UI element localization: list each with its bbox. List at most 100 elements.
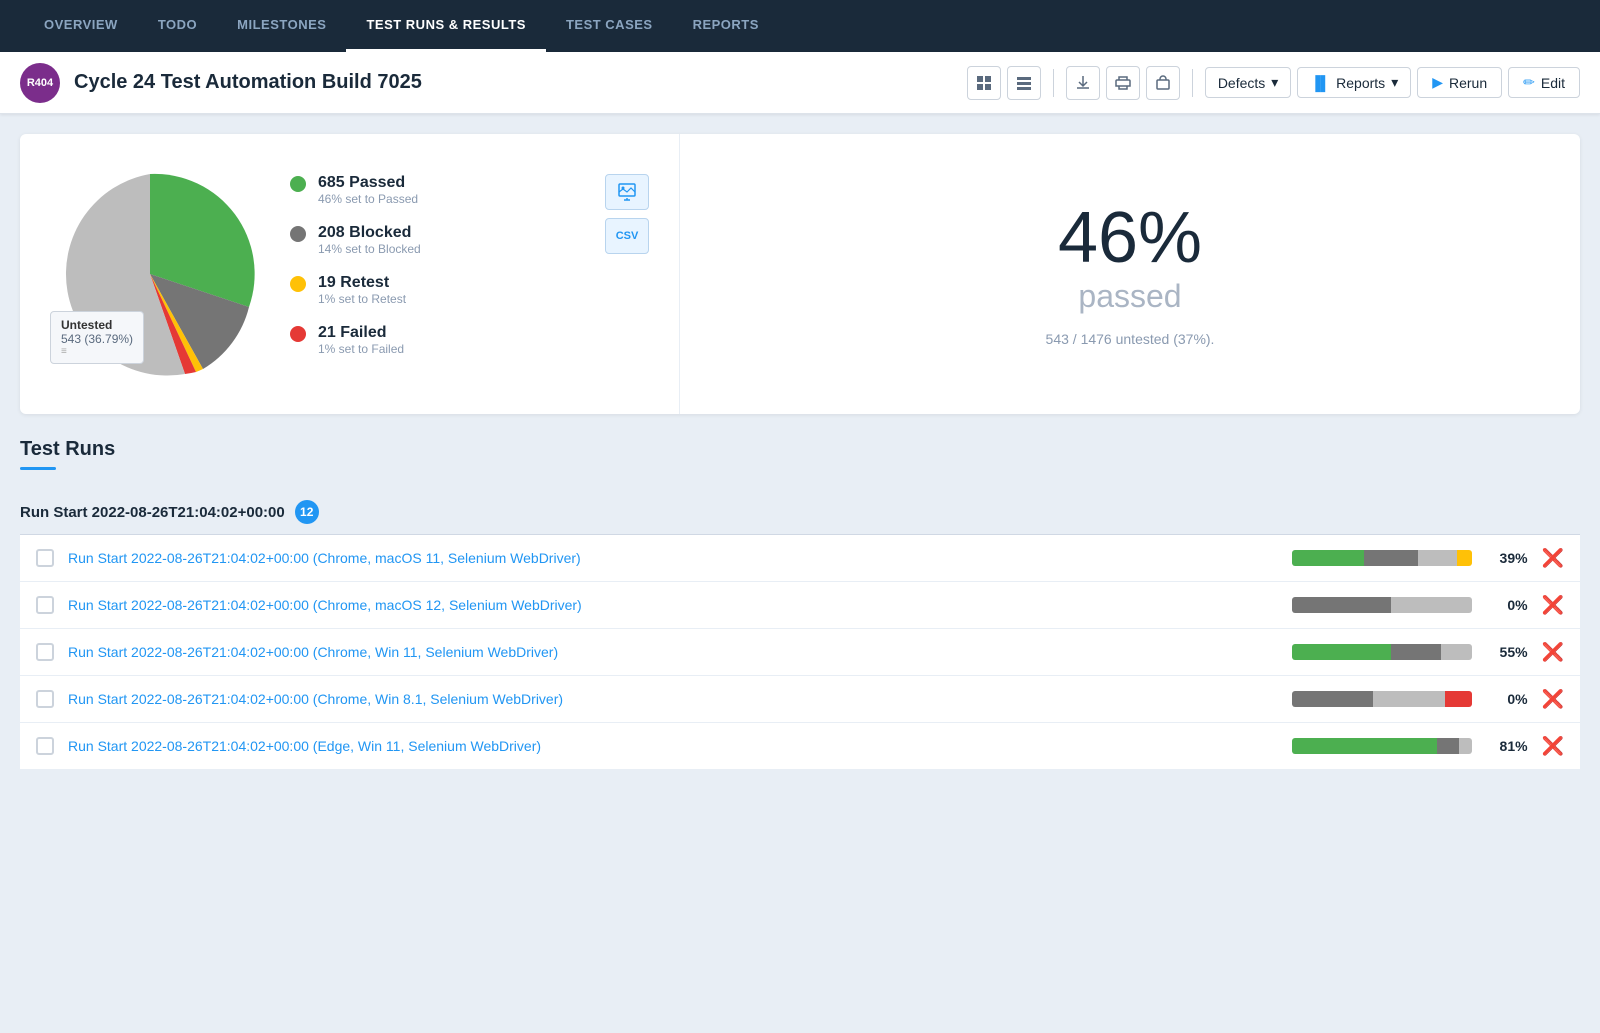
big-percent: 46% (1058, 202, 1202, 274)
run-percent: 0% (1486, 597, 1528, 613)
delete-run-button[interactable]: ❌ (1542, 596, 1564, 614)
untested-text: 543 / 1476 untested (37%). (1046, 331, 1215, 347)
failed-sub: 1% set to Failed (318, 342, 404, 356)
defects-chevron-icon: ▾ (1271, 74, 1278, 91)
delete-run-button[interactable]: ❌ (1542, 690, 1564, 708)
print-button[interactable] (1106, 66, 1140, 100)
run-label[interactable]: Run Start 2022-08-26T21:04:02+00:00 (Chr… (68, 550, 1278, 566)
run-checkbox[interactable] (36, 643, 54, 661)
delete-run-button[interactable]: ❌ (1542, 737, 1564, 755)
retest-sub: 1% set to Retest (318, 292, 406, 306)
run-item: Run Start 2022-08-26T21:04:02+00:00 (Chr… (20, 535, 1580, 582)
nav-test-runs[interactable]: TEST RUNS & RESULTS (346, 0, 546, 52)
run-item: Run Start 2022-08-26T21:04:02+00:00 (Chr… (20, 629, 1580, 676)
progress-segment-red (1445, 691, 1472, 707)
run-label[interactable]: Run Start 2022-08-26T21:04:02+00:00 (Edg… (68, 738, 1278, 754)
progress-segment-gray-dark (1364, 550, 1418, 566)
failed-count-label: 21 Failed (318, 324, 404, 342)
run-checkbox[interactable] (36, 737, 54, 755)
nav-overview[interactable]: OVERVIEW (24, 0, 138, 52)
page-title: Cycle 24 Test Automation Build 7025 (74, 71, 967, 94)
progress-segment-gray-dark (1391, 644, 1441, 660)
rerun-button[interactable]: ▶ Rerun (1417, 67, 1502, 98)
progress-bar (1292, 644, 1472, 660)
legend-blocked: 208 Blocked 14% set to Blocked (290, 224, 575, 256)
export-button[interactable] (1066, 66, 1100, 100)
run-items-list: Run Start 2022-08-26T21:04:02+00:00 (Chr… (20, 535, 1580, 770)
edit-button[interactable]: ✏ Edit (1508, 67, 1580, 98)
rerun-play-icon: ▶ (1432, 74, 1443, 91)
csv-label: CSV (616, 230, 639, 242)
progress-bar (1292, 597, 1472, 613)
header-bar: R404 Cycle 24 Test Automation Build 7025 (0, 52, 1600, 114)
delete-run-button[interactable]: ❌ (1542, 643, 1564, 661)
run-percent: 0% (1486, 691, 1528, 707)
passed-label: passed (1078, 278, 1181, 315)
progress-bar (1292, 691, 1472, 707)
divider (1053, 69, 1054, 97)
run-label[interactable]: Run Start 2022-08-26T21:04:02+00:00 (Chr… (68, 644, 1278, 660)
grid-view-button[interactable] (967, 66, 1001, 100)
delete-run-button[interactable]: ❌ (1542, 549, 1564, 567)
retest-dot (290, 276, 306, 292)
nav-milestones[interactable]: MILESTONES (217, 0, 346, 52)
progress-segment-green (1292, 644, 1391, 660)
progress-segment-gray-dark (1292, 691, 1373, 707)
csv-download-button[interactable]: CSV (605, 218, 649, 254)
progress-segment-green (1292, 550, 1364, 566)
passed-count-label: 685 Passed (318, 174, 418, 192)
run-count-badge: 12 (295, 500, 319, 524)
run-percent: 55% (1486, 644, 1528, 660)
run-item: Run Start 2022-08-26T21:04:02+00:00 (Chr… (20, 582, 1580, 629)
progress-segment-gray-light (1391, 597, 1472, 613)
run-label[interactable]: Run Start 2022-08-26T21:04:02+00:00 (Chr… (68, 691, 1278, 707)
run-checkbox[interactable] (36, 549, 54, 567)
list-view-button[interactable] (1007, 66, 1041, 100)
reports-chevron-icon: ▾ (1391, 74, 1398, 91)
progress-segment-green (1292, 738, 1438, 754)
progress-bar (1292, 550, 1472, 566)
edit-pencil-icon: ✏ (1523, 74, 1535, 91)
run-checkbox[interactable] (36, 596, 54, 614)
run-group-header: Run Start 2022-08-26T21:04:02+00:00 12 (20, 490, 1580, 535)
pie-chart: Untested 543 (36.79%) ≡ (40, 164, 260, 384)
progress-segment-gray-light (1441, 644, 1472, 660)
defects-dropdown[interactable]: Defects ▾ (1205, 67, 1292, 98)
share-button[interactable] (1146, 66, 1180, 100)
header-actions: Defects ▾ ▐▌ Reports ▾ ▶ Rerun ✏ Edit (967, 66, 1580, 100)
run-percent: 81% (1486, 738, 1528, 754)
blocked-dot (290, 226, 306, 242)
progress-segment-gray-light (1459, 738, 1472, 754)
edit-label: Edit (1541, 75, 1565, 91)
nav-todo[interactable]: TODO (138, 0, 217, 52)
legend-retest: 19 Retest 1% set to Retest (290, 274, 575, 306)
passed-dot (290, 176, 306, 192)
legend-section: 685 Passed 46% set to Passed 208 Blocked… (290, 174, 575, 374)
progress-segment-gray-dark (1292, 597, 1391, 613)
section-underline (20, 467, 56, 470)
failed-dot (290, 326, 306, 342)
blocked-count-label: 208 Blocked (318, 224, 421, 242)
nav-test-cases[interactable]: TEST CASES (546, 0, 673, 52)
nav-reports[interactable]: REPORTS (673, 0, 779, 52)
reports-bar-icon: ▐▌ (1310, 75, 1330, 91)
progress-segment-gray-light (1373, 691, 1445, 707)
test-runs-title: Test Runs (20, 438, 1580, 461)
main-content: Untested 543 (36.79%) ≡ 685 Passed 46% s… (0, 114, 1600, 810)
defects-label: Defects (1218, 75, 1265, 91)
image-download-button[interactable] (605, 174, 649, 210)
progress-bar (1292, 738, 1472, 754)
run-item: Run Start 2022-08-26T21:04:02+00:00 (Edg… (20, 723, 1580, 770)
rerun-label: Rerun (1449, 75, 1487, 91)
run-item: Run Start 2022-08-26T21:04:02+00:00 (Chr… (20, 676, 1580, 723)
reports-dropdown[interactable]: ▐▌ Reports ▾ (1297, 67, 1411, 98)
percent-section: 46% passed 543 / 1476 untested (37%). (680, 134, 1580, 414)
chart-section: Untested 543 (36.79%) ≡ 685 Passed 46% s… (20, 134, 680, 414)
test-runs-section: Test Runs Run Start 2022-08-26T21:04:02+… (20, 438, 1580, 770)
run-checkbox[interactable] (36, 690, 54, 708)
reports-label: Reports (1336, 75, 1385, 91)
run-label[interactable]: Run Start 2022-08-26T21:04:02+00:00 (Chr… (68, 597, 1278, 613)
run-group-title: Run Start 2022-08-26T21:04:02+00:00 (20, 504, 285, 521)
run-percent: 39% (1486, 550, 1528, 566)
divider2 (1192, 69, 1193, 97)
